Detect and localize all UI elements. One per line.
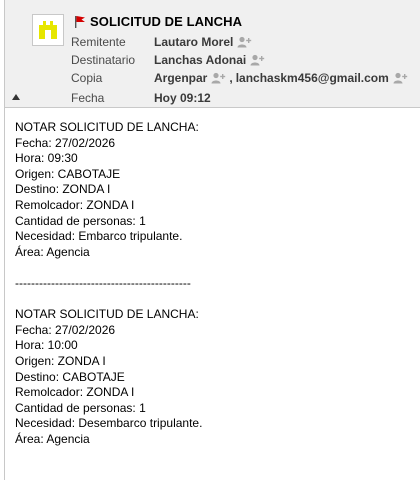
date-value: Hoy 09:12 [154, 91, 211, 105]
message-header: SOLICITUD DE LANCHA Remitente Lautaro Mo… [5, 0, 420, 108]
body-line: Área: Agencia [15, 431, 90, 446]
body-line: Hora: 10:00 [15, 338, 78, 353]
email-subject: SOLICITUD DE LANCHA [90, 13, 243, 29]
collapse-triangle-icon[interactable] [11, 93, 21, 101]
body-separator: ----------------------------------------… [15, 275, 191, 290]
body-line: NOTAR SOLICITUD DE LANCHA: [15, 307, 199, 322]
add-contact-icon[interactable] [250, 54, 265, 66]
body-line: Remolcador: ZONDA I [15, 385, 135, 400]
message-body[interactable]: NOTAR SOLICITUD DE LANCHA: Fecha: 27/02/… [15, 120, 202, 447]
to-name[interactable]: Lanchas Adonai [154, 53, 246, 67]
to-label: Destinatario [71, 53, 136, 67]
message-window: SOLICITUD DE LANCHA Remitente Lautaro Mo… [4, 0, 420, 480]
to-value[interactable]: Lanchas Adonai [154, 53, 267, 67]
body-line: Fecha: 27/02/2026 [15, 135, 116, 150]
cc-separator: , [229, 71, 233, 85]
body-line: Destino: ZONDA I [15, 182, 111, 197]
body-line: Destino: CABOTAJE [15, 369, 125, 384]
from-value[interactable]: Lautaro Morel [154, 35, 254, 49]
subject-row: SOLICITUD DE LANCHA [74, 12, 242, 30]
body-line: NOTAR SOLICITUD DE LANCHA: [15, 120, 199, 134]
add-contact-icon[interactable] [211, 72, 226, 84]
from-name[interactable]: Lautaro Morel [154, 35, 233, 49]
body-line: Origen: ZONDA I [15, 353, 106, 368]
cc-row: Copia Argenpar , lanchaskm456@gmail.com [71, 69, 410, 87]
add-contact-icon[interactable] [237, 36, 252, 48]
body-line [15, 292, 202, 308]
body-line: Área: Agencia [15, 244, 90, 259]
body-line: Cantidad de personas: 1 [15, 213, 146, 228]
body-line: Necesidad: Embarco tripulante. [15, 229, 183, 244]
castle-avatar-icon [39, 21, 57, 39]
body-line: Fecha: 27/02/2026 [15, 322, 116, 337]
body-line [15, 260, 202, 276]
date-label: Fecha [71, 91, 105, 105]
body-line: Cantidad de personas: 1 [15, 400, 146, 415]
from-row: Remitente Lautaro Morel [71, 33, 254, 51]
cc-name-1[interactable]: Argenpar [154, 71, 207, 85]
red-flag-icon[interactable] [74, 15, 86, 28]
body-line: Remolcador: ZONDA I [15, 197, 135, 212]
body-line: Necesidad: Desembarco tripulante. [15, 416, 203, 431]
body-line: Origen: CABOTAJE [15, 166, 121, 181]
cc-name-2[interactable]: lanchaskm456@gmail.com [236, 71, 389, 85]
add-contact-icon[interactable] [393, 72, 408, 84]
to-row: Destinatario Lanchas Adonai [71, 51, 267, 69]
from-label: Remitente [71, 35, 126, 49]
sender-avatar[interactable] [32, 14, 64, 46]
body-line: Hora: 09:30 [15, 151, 78, 166]
cc-label: Copia [71, 71, 103, 85]
date-row: Fecha Hoy 09:12 [71, 89, 211, 107]
cc-value: Argenpar , lanchaskm456@gmail.com [154, 71, 410, 85]
